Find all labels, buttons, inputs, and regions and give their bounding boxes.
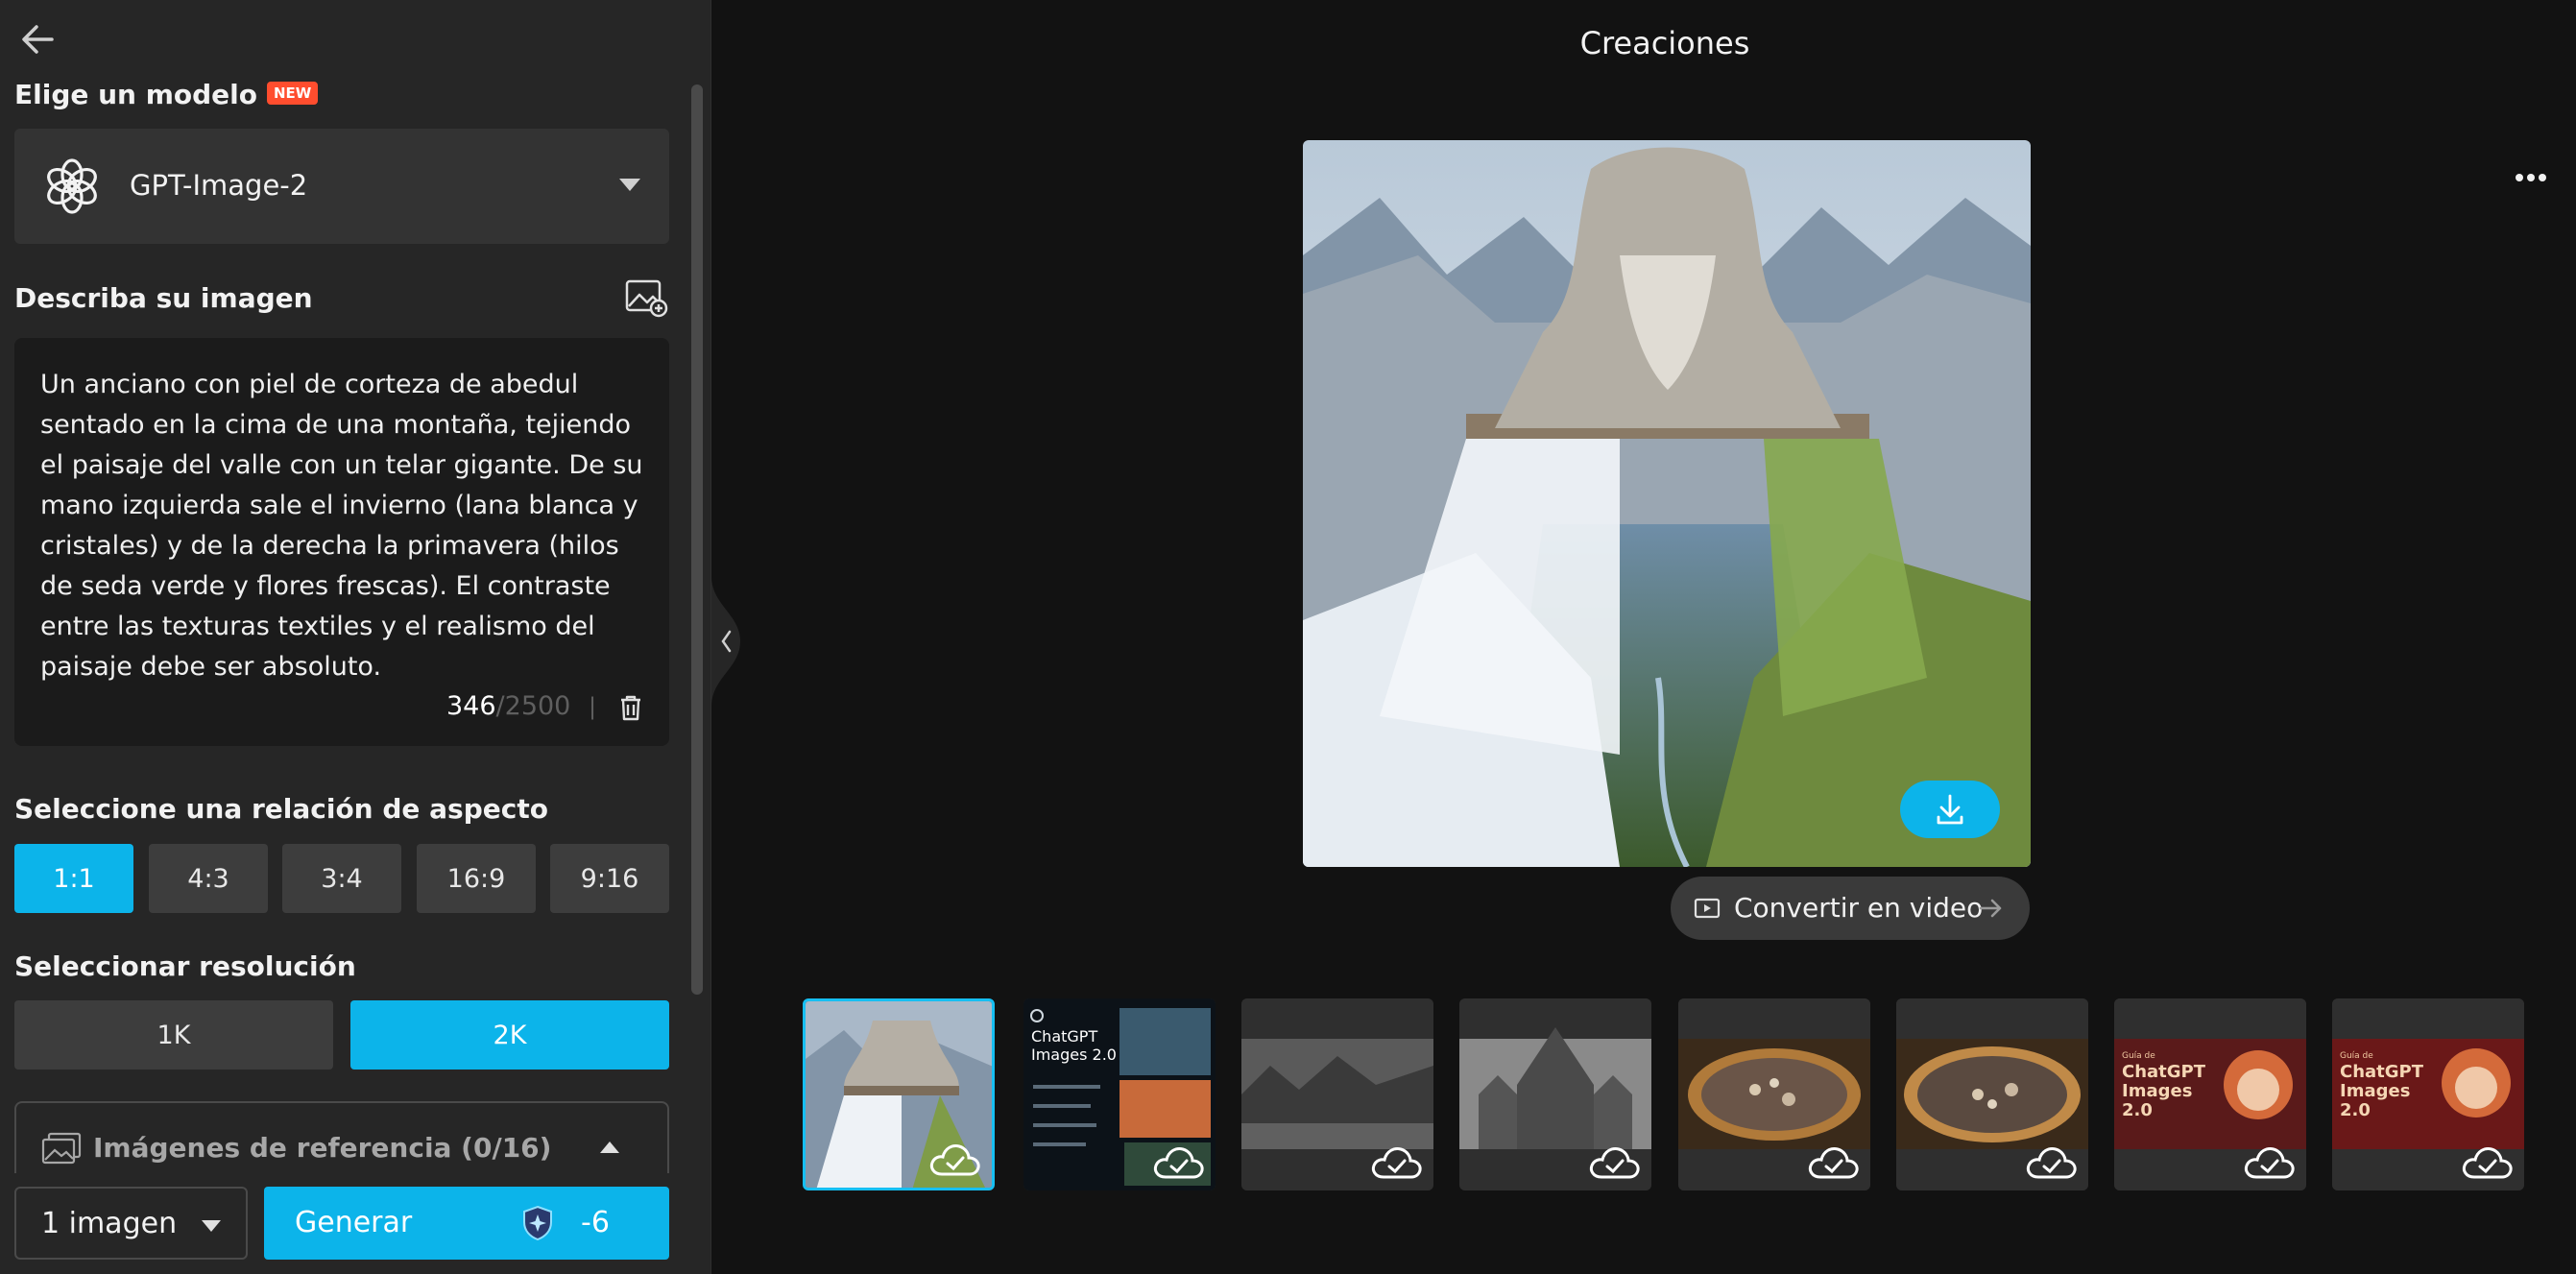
cloud-check-icon (2244, 1147, 2295, 1179)
aspect-1-1-button[interactable]: 1:1 (14, 844, 133, 913)
prompt-textarea[interactable]: Un anciano con piel de corteza de abedul… (14, 338, 669, 746)
new-badge: NEW (267, 82, 319, 105)
images-icon (41, 1132, 82, 1165)
generate-label: Generar (295, 1206, 413, 1239)
thumbnail-text-line-4: 2.0 (2340, 1100, 2371, 1120)
cloud-check-icon (1371, 1147, 1422, 1179)
aspect-3-4-button[interactable]: 3:4 (282, 844, 401, 913)
credit-shield-icon (523, 1205, 552, 1241)
aspect-ratio-group: 1:1 4:3 3:4 16:9 9:16 (14, 844, 669, 913)
aspect-16-9-button[interactable]: 16:9 (417, 844, 536, 913)
page-title: Creaciones (1579, 25, 1750, 61)
thumbnail-jeweled-bowl-1[interactable] (1678, 998, 1870, 1190)
generated-image-preview[interactable] (1303, 140, 2031, 867)
reference-images-label: Imágenes de referencia (0/16) (93, 1132, 552, 1164)
back-arrow-icon[interactable] (17, 19, 58, 60)
arrow-right-icon (1979, 899, 2002, 918)
convert-to-video-label: Convertir en video (1734, 892, 1984, 924)
prompt-text[interactable]: Un anciano con piel de corteza de abedul… (40, 365, 655, 687)
cloud-check-icon (1589, 1147, 1640, 1179)
thumbnail-chatgpt-images-banner[interactable]: ChatGPT Images 2.0 (1023, 998, 1216, 1190)
cloud-check-icon (2026, 1147, 2077, 1179)
generated-image-art (1303, 140, 2031, 867)
chevron-up-icon[interactable] (600, 1142, 619, 1153)
credit-cost: -6 (581, 1206, 610, 1239)
cloud-check-icon (1808, 1147, 1859, 1179)
trash-icon[interactable] (614, 692, 647, 723)
char-used: 346 (446, 691, 496, 721)
char-separator: | (589, 693, 597, 720)
collapse-panel-handle[interactable] (711, 576, 742, 707)
char-counter: 346/2500 (446, 691, 570, 721)
cloud-check-icon (1153, 1147, 1204, 1179)
more-options-icon[interactable] (2512, 163, 2550, 192)
thumbnail-chatgpt-guide-1[interactable]: Guía de ChatGPT Images 2.0 (2114, 998, 2306, 1190)
model-section-title: Elige un modelo NEW (14, 79, 319, 110)
cloud-check-icon (929, 1144, 980, 1176)
resolution-group: 1K 2K (14, 1000, 669, 1070)
aspect-9-16-button[interactable]: 9:16 (550, 844, 669, 913)
chevron-down-icon (619, 179, 640, 191)
download-button[interactable] (1900, 781, 2000, 838)
aspect-section-title: Seleccione una relación de aspecto (14, 793, 548, 825)
thumbnail-chatgpt-guide-2[interactable]: Guía de ChatGPT Images 2.0 (2332, 998, 2524, 1190)
thumbnail-text-line-2: ChatGPT (2340, 1062, 2424, 1082)
model-dropdown[interactable]: GPT-Image-2 (14, 129, 669, 244)
cloud-check-icon (2462, 1147, 2513, 1179)
thumbnail-text-line-1: Guía de (2340, 1051, 2373, 1061)
panel-scrollbar[interactable] (691, 84, 703, 995)
thumbnail-text-line-1: Guía de (2122, 1051, 2155, 1061)
download-icon (1937, 794, 1963, 825)
aspect-4-3-button[interactable]: 4:3 (149, 844, 268, 913)
image-count-dropdown[interactable]: 1 imagen (14, 1187, 248, 1260)
resolution-section-title: Seleccionar resolución (14, 950, 356, 982)
chevron-down-icon (202, 1220, 221, 1232)
thumbnail-text-line-2: Images 2.0 (1031, 1046, 1117, 1064)
video-icon (1694, 898, 1721, 919)
thumbnail-text-line-2: ChatGPT (2122, 1062, 2206, 1082)
image-count-label: 1 imagen (41, 1207, 178, 1240)
thumbnail-text-line-3: Images (2122, 1081, 2192, 1101)
thumbnail-dark-forest-castle[interactable] (1241, 998, 1433, 1190)
thumbnail-ice-loom-elder[interactable] (803, 998, 995, 1190)
openai-logo-icon (47, 158, 97, 214)
thumbnail-text-line-4: 2.0 (2122, 1100, 2153, 1120)
thumbnail-text-line-3: Images (2340, 1081, 2410, 1101)
add-image-icon[interactable] (624, 277, 668, 318)
resolution-1k-button[interactable]: 1K (14, 1000, 333, 1070)
char-max: /2500 (495, 691, 571, 721)
resolution-2k-button[interactable]: 2K (350, 1000, 669, 1070)
thumbnail-jeweled-bowl-2[interactable] (1896, 998, 2088, 1190)
generate-button[interactable]: Generar -6 (264, 1187, 669, 1260)
settings-panel: Elige un modelo NEW GPT-Image-2 Describa … (0, 0, 711, 1274)
thumbnail-text-line-1: ChatGPT (1031, 1027, 1097, 1046)
convert-to-video-button[interactable]: Convertir en video (1671, 877, 2030, 940)
thumbnail-gothic-cathedral[interactable] (1459, 998, 1651, 1190)
model-section-label: Elige un modelo (14, 79, 257, 110)
model-name: GPT-Image-2 (130, 169, 308, 202)
generate-bar: 1 imagen Generar -6 (0, 1173, 706, 1274)
prompt-section-title: Describa su imagen (14, 282, 313, 314)
